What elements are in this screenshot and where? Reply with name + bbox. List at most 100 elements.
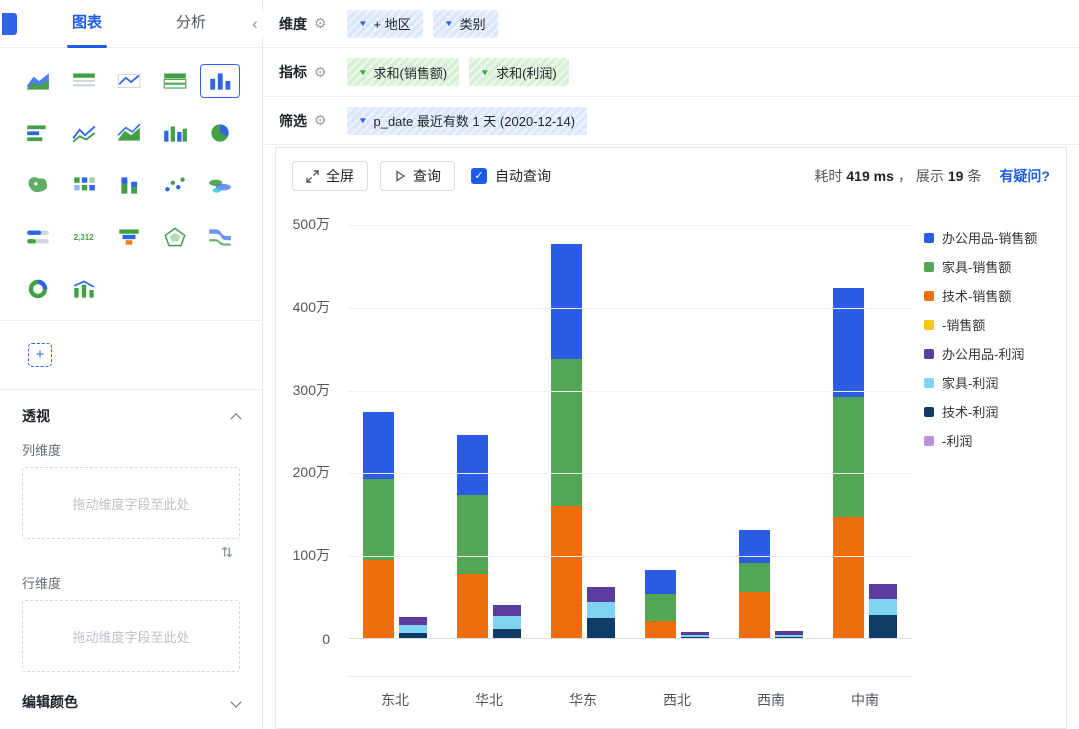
stacked-bar-销售额[interactable]	[551, 226, 582, 640]
heat-grid-icon[interactable]	[64, 168, 104, 202]
bar-segment-家具-销售额[interactable]	[833, 396, 864, 518]
bar-segment-家具-利润[interactable]	[587, 602, 615, 618]
line-chart-icon[interactable]	[64, 116, 104, 150]
bar-segment-办公用品-利润[interactable]	[869, 584, 897, 599]
tab-charts[interactable]: 图表	[35, 0, 139, 48]
bar-segment-家具-销售额[interactable]	[645, 594, 676, 622]
bar-segment-技术-销售额[interactable]	[363, 560, 394, 640]
auto-query-checkbox[interactable]: ✓ 自动查询	[471, 166, 551, 186]
stacked-column-icon[interactable]	[109, 168, 149, 202]
bar-segment-家具-利润[interactable]	[399, 625, 427, 633]
kpi-card-icon[interactable]: 2,312	[64, 220, 104, 254]
metric-chip-profit-sum[interactable]: ▼ 求和(利润)	[469, 58, 569, 87]
legend-item[interactable]: 技术-利润	[924, 402, 1060, 421]
area-table-icon[interactable]	[18, 64, 58, 98]
horizontal-bar-icon[interactable]	[18, 116, 58, 150]
grid-table-icon[interactable]	[155, 64, 195, 98]
bar-segment-家具-利润[interactable]	[869, 599, 897, 615]
legend-item[interactable]: -销售额	[924, 315, 1060, 334]
column-dimension-dropzone[interactable]: 拖动维度字段至此处	[22, 467, 240, 539]
chevron-up-icon[interactable]	[230, 413, 242, 425]
stacked-bar-利润[interactable]	[399, 226, 427, 640]
bar-segment-办公用品-销售额[interactable]	[833, 287, 864, 397]
donut-chart-icon[interactable]	[18, 272, 58, 306]
dimension-chip-category[interactable]: ▼ 类别	[432, 9, 498, 38]
stacked-bar-利润[interactable]	[493, 226, 521, 640]
add-chart-type-button[interactable]: +	[28, 343, 52, 367]
stacked-bar-销售额[interactable]	[739, 226, 770, 640]
chevron-down-icon[interactable]	[230, 696, 242, 708]
gear-icon[interactable]: ⚙	[314, 64, 327, 81]
tab-analysis[interactable]: 分析	[139, 0, 243, 48]
table-icon[interactable]	[64, 64, 104, 98]
bar-segment-技术-销售额[interactable]	[645, 621, 676, 640]
bar-segment-办公用品-销售额[interactable]	[551, 243, 582, 360]
legend-item[interactable]: 家具-利润	[924, 373, 1060, 392]
stacked-bar-利润[interactable]	[775, 226, 803, 640]
scatter-chart-icon[interactable]	[155, 168, 195, 202]
stacked-bar-销售额[interactable]	[363, 226, 394, 640]
caret-down-icon[interactable]: ▼	[357, 116, 367, 125]
bar-segment-办公用品-销售额[interactable]	[457, 434, 488, 495]
stacked-bar-销售额[interactable]	[457, 226, 488, 640]
dimension-chip-region[interactable]: ▼ + 地区	[346, 9, 423, 38]
bar-segment-技术-销售额[interactable]	[739, 592, 770, 640]
map-chart-icon[interactable]	[18, 168, 58, 202]
column-chart-icon[interactable]	[155, 116, 195, 150]
caret-down-icon[interactable]: ▼	[444, 19, 454, 28]
bar-segment-家具-销售额[interactable]	[739, 562, 770, 593]
gear-icon[interactable]: ⚙	[314, 15, 327, 32]
stacked-bar-销售额[interactable]	[645, 226, 676, 640]
bar-segment-技术-销售额[interactable]	[457, 574, 488, 640]
legend-item[interactable]: 办公用品-利润	[924, 344, 1060, 363]
caret-down-icon[interactable]: ▼	[357, 68, 367, 77]
pivot-section-header[interactable]: 透视	[22, 406, 242, 426]
stacked-bar-销售额[interactable]	[833, 226, 864, 640]
bar-segment-办公用品-销售额[interactable]	[363, 411, 394, 480]
combo-chart-icon[interactable]	[64, 272, 104, 306]
sankey-chart-icon[interactable]	[200, 220, 240, 254]
bar-segment-家具-销售额[interactable]	[363, 479, 394, 561]
legend-item[interactable]: -利润	[924, 431, 1060, 450]
caret-down-icon[interactable]: ▼	[480, 68, 490, 77]
bar-segment-技术-利润[interactable]	[869, 614, 897, 640]
row-dimension-dropzone[interactable]: 拖动维度字段至此处	[22, 600, 240, 672]
pie-chart-icon[interactable]	[200, 116, 240, 150]
checkbox-checked-icon[interactable]: ✓	[471, 168, 487, 185]
gear-icon[interactable]: ⚙	[314, 112, 327, 129]
bar-segment-办公用品-利润[interactable]	[399, 617, 427, 626]
metric-chip-sales-sum[interactable]: ▼ 求和(销售额)	[346, 58, 460, 87]
legend-item[interactable]: 技术-销售额	[924, 286, 1060, 305]
stacked-bar-利润[interactable]	[869, 226, 897, 640]
stacked-bar-利润[interactable]	[681, 226, 709, 640]
line-table-icon[interactable]	[109, 64, 149, 98]
stacked-bar-利润[interactable]	[587, 226, 615, 640]
legend-item[interactable]: 家具-销售额	[924, 257, 1060, 276]
caret-down-icon[interactable]: ▼	[357, 19, 367, 28]
bar-segment-家具-销售额[interactable]	[551, 359, 582, 507]
app-logo[interactable]	[2, 12, 17, 35]
query-button[interactable]: 查询	[380, 161, 455, 192]
histogram-icon[interactable]	[200, 64, 241, 98]
filter-chip-pdate[interactable]: ▼ p_date 最近有数 1 天 (2020-12-14)	[346, 106, 588, 135]
fullscreen-button[interactable]: 全屏	[292, 161, 368, 192]
radar-chart-icon[interactable]	[155, 220, 195, 254]
bar-segment-办公用品-销售额[interactable]	[739, 530, 770, 563]
bar-segment-办公用品-利润[interactable]	[587, 587, 615, 603]
edit-color-section-header[interactable]: 编辑颜色	[22, 692, 242, 712]
legend-item[interactable]: 办公用品-销售额	[924, 228, 1060, 247]
bar-segment-技术-销售额[interactable]	[551, 506, 582, 640]
progress-chart-icon[interactable]	[18, 220, 58, 254]
help-link[interactable]: 有疑问?	[999, 166, 1050, 186]
bar-segment-技术-利润[interactable]	[587, 617, 615, 640]
collapse-sidebar-icon[interactable]: ‹	[247, 12, 263, 36]
swap-axes-icon[interactable]	[220, 545, 234, 559]
bar-segment-技术-销售额[interactable]	[833, 517, 864, 640]
bar-segment-办公用品-销售额[interactable]	[645, 570, 676, 595]
bar-segment-家具-利润[interactable]	[493, 616, 521, 629]
bar-segment-办公用品-利润[interactable]	[493, 604, 521, 617]
bar-segment-家具-销售额[interactable]	[457, 494, 488, 575]
funnel-chart-icon[interactable]	[109, 220, 149, 254]
area-chart-icon[interactable]	[109, 116, 149, 150]
word-cloud-icon[interactable]	[200, 168, 240, 202]
